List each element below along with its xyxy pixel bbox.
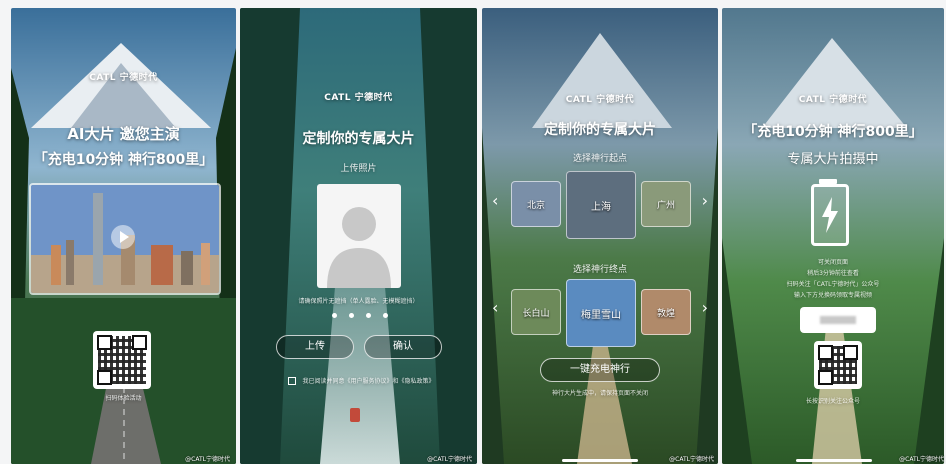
start-label: 选择神行起点 — [572, 154, 627, 164]
chevron-left-icon[interactable]: ‹ — [492, 298, 498, 317]
destination-option-dunhuang[interactable]: 敦煌 — [641, 289, 691, 335]
blurred-code — [820, 316, 856, 324]
watermark: @CATL宁德时代 — [185, 456, 230, 463]
screen-generating: CATL 宁德时代 「充电10分钟 神行800里」 专属大片拍摄中 可关闭页面 … — [722, 8, 944, 464]
page-dot — [383, 313, 388, 318]
redeem-code-box[interactable] — [800, 307, 876, 333]
catl-logo: CATL 宁德时代 — [565, 95, 635, 105]
destination-label: 敦煌 — [656, 309, 675, 319]
watermark: @CATL宁德时代 — [899, 456, 944, 463]
upload-hint: 请确保照片无遮挡（单人露脸、无模糊遮挡） — [298, 298, 419, 305]
city-option-guangzhou[interactable]: 广州 — [641, 181, 691, 227]
info-redeem: 输入下方兑换码领取专属视频 — [793, 292, 872, 299]
qr-caption: 长按识别关注公众号 — [805, 398, 860, 405]
city-option-shanghai[interactable]: 上海 — [566, 171, 636, 239]
city-label: 上海 — [591, 202, 611, 213]
confirm-button[interactable]: 确认 — [364, 335, 442, 359]
watermark: @CATL宁德时代 — [427, 456, 472, 463]
info-close-page: 可关闭页面 — [817, 259, 848, 266]
one-click-charge-button[interactable]: 一键充电神行 — [540, 358, 660, 382]
qr-code[interactable] — [93, 331, 151, 389]
route-note: 神行大片生成中，请保持页面不关闭 — [551, 390, 648, 397]
city-label: 广州 — [656, 201, 675, 211]
city-option-beijing[interactable]: 北京 — [511, 181, 561, 227]
destination-option-changbaishan[interactable]: 长白山 — [511, 289, 561, 335]
generating-subtitle: 「充电10分钟 神行800里」 — [743, 124, 923, 140]
bolt-icon — [811, 184, 849, 246]
screen-upload: CATL 宁德时代 定制你的专属大片 上传照片 请确保照片无遮挡（单人露脸、无模… — [240, 8, 477, 464]
destination-label: 梅里雪山 — [581, 310, 621, 321]
catl-logo: CATL 宁德时代 — [798, 95, 868, 105]
invite-subtitle: 「充电10分钟 神行800里」 — [33, 152, 214, 168]
city-video-preview[interactable] — [29, 183, 221, 295]
page-dot — [366, 313, 371, 318]
screen-route: CATL 宁德时代 定制你的专属大片 选择神行起点 ‹ › 北京 上海 广州 选… — [482, 8, 718, 464]
home-indicator — [562, 459, 638, 462]
destination-label: 长白山 — [522, 309, 550, 319]
catl-logo: CATL 宁德时代 — [89, 73, 158, 83]
agreement-text: 我已阅读并同意《用户服务协议》和《隐私政策》 — [302, 378, 435, 385]
home-indicator — [796, 459, 872, 462]
info-wait: 稍后3分钟前往查看 — [807, 270, 859, 277]
city-label: 北京 — [526, 201, 545, 211]
play-icon[interactable] — [111, 225, 135, 249]
watermark: @CATL宁德时代 — [669, 456, 714, 463]
upload-title: 定制你的专属大片 — [302, 131, 415, 147]
screenshot-strip: CATL 宁德时代 AI大片 邀您主演 「充电10分钟 神行800里」 扫码体验… — [0, 0, 946, 464]
avatar-placeholder-icon — [327, 207, 391, 288]
photo-upload-area[interactable] — [317, 184, 401, 288]
qr-code[interactable] — [814, 341, 862, 389]
qr-caption: 扫码体验活动 — [105, 395, 142, 402]
invite-title: AI大片 邀您主演 — [67, 125, 180, 143]
page-dot — [332, 313, 337, 318]
generating-title: 专属大片拍摄中 — [787, 152, 879, 167]
upload-button[interactable]: 上传 — [276, 335, 354, 359]
chevron-right-icon[interactable]: › — [702, 298, 708, 317]
chevron-left-icon[interactable]: ‹ — [492, 191, 498, 210]
page-dot — [349, 313, 354, 318]
upload-label: 上传照片 — [340, 164, 377, 174]
end-label: 选择神行终点 — [572, 265, 627, 275]
info-follow: 扫码关注「CATL宁德时代」公众号 — [786, 281, 880, 288]
chevron-right-icon[interactable]: › — [702, 191, 708, 210]
destination-option-meili[interactable]: 梅里雪山 — [566, 279, 636, 347]
screen-invite: CATL 宁德时代 AI大片 邀您主演 「充电10分钟 神行800里」 扫码体验… — [11, 8, 236, 464]
catl-logo: CATL 宁德时代 — [324, 93, 393, 103]
route-title: 定制你的专属大片 — [544, 122, 656, 138]
